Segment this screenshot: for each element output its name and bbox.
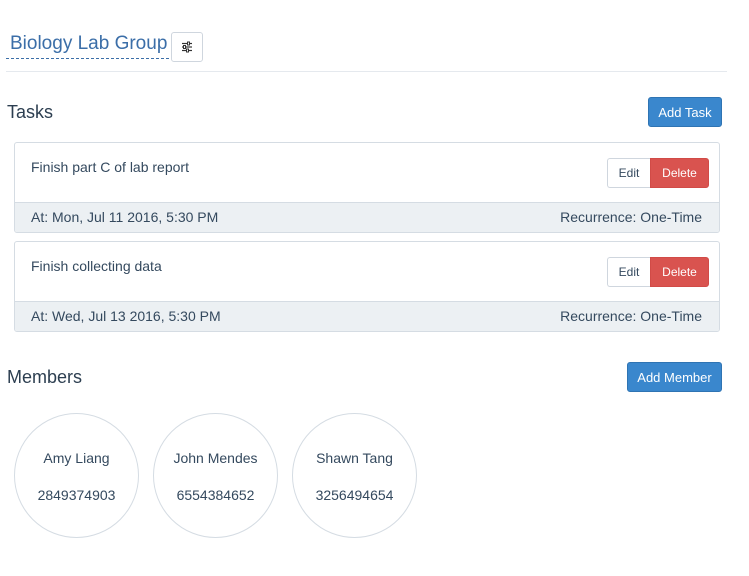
sliders-icon	[182, 41, 192, 53]
member-phone: 6554384652	[176, 487, 255, 503]
group-title[interactable]: Biology Lab Group	[6, 32, 170, 59]
member-card[interactable]: John Mendes 6554384652	[153, 413, 278, 538]
member-card[interactable]: Shawn Tang 3256494654	[292, 413, 417, 538]
group-settings-button[interactable]	[171, 32, 203, 62]
tasks-heading: Tasks	[7, 102, 54, 122]
task-footer: At: Mon, Jul 11 2016, 5:30 PM Recurrence…	[15, 202, 719, 232]
member-card[interactable]: Amy Liang 2849374903	[14, 413, 139, 538]
task-title: Finish part C of lab report	[31, 159, 189, 175]
member-name: Amy Liang	[43, 450, 110, 466]
task-recurrence: Recurrence: One-Time	[560, 209, 702, 225]
edit-task-button[interactable]: Edit	[607, 158, 650, 188]
task-card: Finish part C of lab report Edit Delete …	[14, 142, 720, 233]
task-footer: At: Wed, Jul 13 2016, 5:30 PM Recurrence…	[15, 301, 719, 331]
add-member-button[interactable]: Add Member	[627, 362, 722, 392]
member-phone: 3256494654	[315, 487, 394, 503]
task-actions: Edit Delete	[607, 158, 709, 188]
task-datetime: At: Mon, Jul 11 2016, 5:30 PM	[31, 209, 219, 225]
group-header: Biology Lab Group	[6, 30, 727, 72]
delete-task-button[interactable]: Delete	[650, 257, 709, 287]
members-heading: Members	[7, 367, 83, 387]
task-title: Finish collecting data	[31, 258, 162, 274]
task-recurrence: Recurrence: One-Time	[560, 308, 702, 324]
task-actions: Edit Delete	[607, 257, 709, 287]
task-datetime: At: Wed, Jul 13 2016, 5:30 PM	[31, 308, 221, 324]
task-card: Finish collecting data Edit Delete At: W…	[14, 241, 720, 332]
member-name: Shawn Tang	[316, 450, 393, 466]
edit-task-button[interactable]: Edit	[607, 257, 650, 287]
member-phone: 2849374903	[37, 487, 116, 503]
delete-task-button[interactable]: Delete	[650, 158, 709, 188]
add-task-button[interactable]: Add Task	[648, 97, 722, 127]
member-name: John Mendes	[173, 450, 258, 466]
